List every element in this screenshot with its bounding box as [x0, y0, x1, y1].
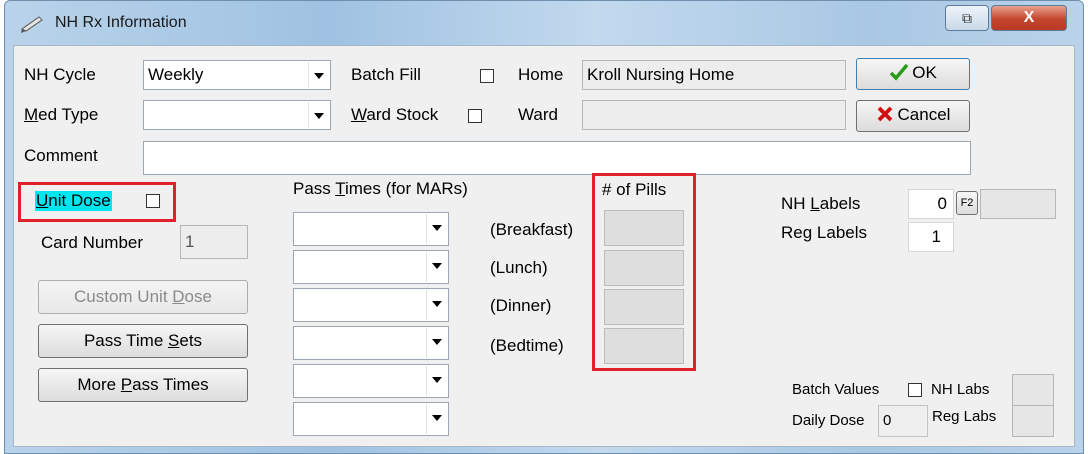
chevron-down-icon[interactable]: [426, 252, 447, 282]
card-number-label: Card Number: [41, 233, 144, 252]
close-icon: X: [1023, 9, 1035, 26]
comment-input[interactable]: [143, 141, 971, 175]
close-button[interactable]: X: [991, 5, 1067, 31]
unit-dose-checkbox[interactable]: [146, 194, 160, 208]
more-pass-times-button[interactable]: More Pass Times: [38, 368, 248, 402]
cancel-button[interactable]: Cancel: [856, 100, 970, 132]
pass-time-select-6[interactable]: [293, 402, 449, 436]
home-field: Kroll Nursing Home: [582, 60, 846, 90]
daily-dose-label: Daily Dose: [792, 412, 865, 429]
batch-values-label: Batch Values: [792, 381, 880, 398]
daily-dose-value: 0: [883, 412, 892, 429]
batch-values-checkbox[interactable]: [908, 383, 922, 397]
f2-button[interactable]: F2: [956, 191, 978, 215]
pills-input-bedtime[interactable]: [604, 328, 684, 364]
chevron-down-icon[interactable]: [426, 366, 447, 396]
unit-dose-label[interactable]: Unit Dose: [35, 191, 112, 211]
nh-labs-label: NH Labs: [931, 381, 990, 398]
pass-times-header: Pass Times (for MARs): [293, 179, 468, 198]
med-type-label: Med Type: [24, 105, 99, 124]
window-frame: NH Rx Information ⧉ X NH Cycle Weekly Ba…: [4, 0, 1084, 454]
nh-labels-value: 0: [937, 194, 947, 213]
pills-input-lunch[interactable]: [604, 250, 684, 286]
meal-label-dinner: (Dinner): [490, 296, 552, 315]
pass-time-select-4[interactable]: [293, 326, 449, 360]
ward-stock-checkbox[interactable]: [468, 109, 482, 123]
cancel-label: Cancel: [897, 105, 951, 124]
pass-time-select-5[interactable]: [293, 364, 449, 398]
chevron-down-icon[interactable]: [308, 102, 329, 128]
ok-label: OK: [912, 63, 937, 82]
nh-labels-extra-field: [980, 189, 1056, 219]
custom-unit-dose-button[interactable]: Custom Unit Dose: [38, 280, 248, 314]
meal-label-breakfast: (Breakfast): [490, 220, 574, 239]
reg-labs-label: Reg Labs: [932, 408, 997, 425]
nh-cycle-value: Weekly: [148, 65, 204, 84]
card-number-field: 1: [180, 225, 248, 259]
chevron-down-icon[interactable]: [426, 290, 447, 320]
reg-labels-input[interactable]: 1: [908, 222, 954, 252]
pass-time-sets-button[interactable]: Pass Time Sets: [38, 324, 248, 358]
chevron-down-icon[interactable]: [308, 62, 329, 88]
home-label: Home: [518, 65, 564, 84]
reg-labels-label: Reg Labels: [781, 223, 868, 242]
pills-input-breakfast[interactable]: [604, 210, 684, 246]
check-icon: [889, 63, 909, 81]
card-number-value: 1: [185, 232, 195, 251]
ward-label: Ward: [518, 105, 558, 124]
pass-time-select-1[interactable]: [293, 212, 449, 246]
ward-field: [582, 100, 846, 130]
restore-button[interactable]: ⧉: [945, 5, 989, 31]
dialog-body: NH Cycle Weekly Batch Fill Home Kroll Nu…: [13, 45, 1075, 447]
nh-labels-label: NH Labels: [781, 194, 861, 213]
reg-labs-field: [1012, 405, 1054, 437]
x-icon: [877, 106, 892, 122]
chevron-down-icon[interactable]: [426, 214, 447, 244]
nh-cycle-select[interactable]: Weekly: [143, 60, 331, 90]
batch-fill-checkbox[interactable]: [480, 69, 494, 83]
rx-pen-icon: [20, 16, 43, 33]
chevron-down-icon[interactable]: [426, 328, 447, 358]
batch-fill-label: Batch Fill: [351, 65, 421, 84]
nh-labels-input[interactable]: 0: [908, 189, 954, 219]
chevron-down-icon[interactable]: [426, 404, 447, 434]
meal-label-lunch: (Lunch): [490, 258, 548, 277]
nh-cycle-label: NH Cycle: [24, 65, 96, 84]
ok-button[interactable]: OK: [856, 58, 970, 90]
pills-input-dinner[interactable]: [604, 289, 684, 325]
ward-stock-label: Ward Stock: [351, 105, 439, 124]
reg-labels-value: 1: [931, 227, 941, 246]
pills-header: # of Pills: [602, 180, 667, 199]
title-bar: NH Rx Information ⧉ X: [5, 1, 1083, 45]
pass-time-select-3[interactable]: [293, 288, 449, 322]
home-value: Kroll Nursing Home: [587, 65, 735, 84]
daily-dose-field[interactable]: 0: [878, 405, 928, 437]
window-title: NH Rx Information: [55, 14, 187, 31]
nh-labs-field: [1012, 374, 1054, 406]
med-type-select[interactable]: [143, 100, 331, 130]
comment-label: Comment: [24, 146, 98, 165]
restore-icon: ⧉: [962, 10, 972, 26]
meal-label-bedtime: (Bedtime): [490, 336, 564, 355]
pass-time-select-2[interactable]: [293, 250, 449, 284]
f2-label: F2: [960, 197, 974, 209]
